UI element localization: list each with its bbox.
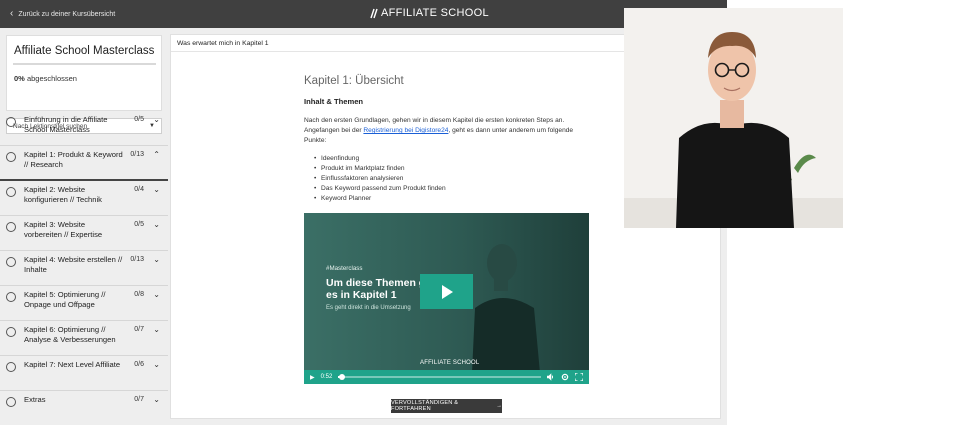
fullscreen-icon[interactable] [575, 373, 583, 381]
lesson-count: 0/4 [134, 186, 144, 193]
lesson-row[interactable]: Extras 0/7 ⌄ [0, 391, 168, 425]
chevron-down-icon[interactable]: ⌄ [153, 395, 160, 404]
instructor-photo-image [624, 8, 843, 228]
chevron-down-icon[interactable]: ⌄ [153, 290, 160, 299]
lesson-title: Kapitel 5: Optimierung // Onpage und Off… [24, 290, 106, 309]
instructor-photo [624, 8, 843, 228]
list-item: Produkt im Marktplatz finden [314, 164, 594, 174]
lesson-row[interactable]: Kapitel 1: Produkt & Keyword // Research… [0, 146, 168, 181]
list-item: Einflussfaktoren analysieren [314, 174, 594, 184]
lesson-title: Kapitel 7: Next Level Affiliate [24, 360, 121, 369]
status-circle-icon [6, 362, 16, 372]
progress-bar [13, 63, 156, 65]
arrow-right-icon: → [496, 403, 502, 409]
progress-suffix: abgeschlossen [26, 74, 77, 83]
logo-text: AFFILIATE SCHOOL [381, 7, 489, 19]
status-circle-icon [6, 222, 16, 232]
chevron-left-icon: ‹ [10, 8, 14, 19]
lesson-count: 0/13 [130, 151, 144, 158]
status-circle-icon [6, 117, 16, 127]
logo: AFFILIATE SCHOOL [370, 7, 489, 19]
lesson-row[interactable]: Kapitel 4: Website erstellen // Inhalte 0… [0, 251, 168, 286]
lesson-title: Kapitel 2: Website konfigurieren // Tech… [24, 185, 102, 204]
logo-mark-icon [370, 8, 378, 18]
lesson-title: Kapitel 1: Produkt & Keyword // Research [24, 150, 123, 169]
lesson-count: 0/8 [134, 291, 144, 298]
video-time: 0:52 [320, 374, 333, 380]
list-item: Keyword Planner [314, 194, 594, 204]
complete-and-continue-button[interactable]: VERVOLLSTÄNDIGEN & FORTFAHREN → [391, 399, 502, 413]
course-app: ‹ Zurück zu deiner Kursübersicht AFFILIA… [0, 0, 727, 425]
chevron-down-icon[interactable]: ⌄ [153, 255, 160, 264]
lesson-title: Kapitel 6: Optimierung // Analyse & Verb… [24, 325, 116, 344]
chevron-down-icon[interactable]: ⌄ [153, 115, 160, 124]
lesson-count: 0/7 [134, 326, 144, 333]
list-item: Das Keyword passend zum Produkt finden [314, 184, 594, 194]
play-small-icon[interactable]: ▶ [310, 374, 315, 381]
video-scrubber-knob[interactable] [339, 374, 346, 380]
video-subtitle: Es geht direkt in die Umsetzung [326, 305, 411, 311]
chevron-down-icon[interactable]: ⌄ [153, 360, 160, 369]
lesson-row[interactable]: Kapitel 7: Next Level Affiliate 0/6 ⌄ [0, 356, 168, 391]
top-bar: ‹ Zurück zu deiner Kursübersicht AFFILIA… [0, 0, 727, 28]
chevron-down-icon[interactable]: ⌄ [153, 220, 160, 229]
lesson-article: Kapitel 1: Übersicht Inhalt & Themen Nac… [304, 75, 594, 204]
play-button[interactable] [420, 274, 473, 309]
video-tag: #Masterclass [326, 265, 363, 272]
settings-gear-icon[interactable] [561, 373, 569, 381]
video-logo: AFFILIATE SCHOOL [420, 360, 480, 366]
lesson-count: 0/13 [130, 256, 144, 263]
status-circle-icon [6, 152, 16, 162]
status-circle-icon [6, 292, 16, 302]
lesson-row[interactable]: Kapitel 2: Website konfigurieren // Tech… [0, 181, 168, 216]
status-circle-icon [6, 397, 16, 407]
complete-button-label: VERVOLLSTÄNDIGEN & FORTFAHREN [391, 400, 459, 412]
status-circle-icon [6, 327, 16, 337]
back-link-label: Zurück zu deiner Kursübersicht [18, 10, 116, 18]
lesson-heading: Kapitel 1: Übersicht [304, 75, 404, 87]
lesson-count: 0/6 [134, 361, 144, 368]
status-circle-icon [6, 257, 16, 267]
chevron-up-icon[interactable]: ⌃ [153, 150, 160, 159]
chevron-down-icon[interactable]: ⌄ [153, 325, 160, 334]
play-icon [441, 284, 453, 299]
chevron-down-icon[interactable]: ⌄ [153, 185, 160, 194]
lesson-title: Kapitel 3: Website vorbereiten // Expert… [24, 220, 103, 239]
video-player[interactable]: #Masterclass Um diese Themen geht es in … [304, 213, 589, 384]
lesson-count: 0/7 [134, 396, 144, 403]
lesson-subheading: Inhalt & Themen [304, 97, 364, 106]
video-scrubber[interactable] [338, 374, 541, 380]
lesson-count: 0/5 [134, 116, 144, 123]
list-item: Ideenfindung [314, 154, 594, 164]
video-controls: ▶ 0:52 [304, 370, 589, 384]
lesson-row[interactable]: Einführung in die Affiliate School Maste… [0, 111, 168, 146]
lesson-paragraph: Nach den ersten Grundlagen, gehen wir in… [304, 116, 594, 146]
lesson-list: Einführung in die Affiliate School Maste… [0, 111, 168, 425]
lesson-row[interactable]: Kapitel 6: Optimierung // Analyse & Verb… [0, 321, 168, 356]
video-presenter-image [472, 244, 540, 373]
course-card: Affiliate School Masterclass 0% abgeschl… [6, 35, 162, 134]
lesson-row[interactable]: Kapitel 3: Website vorbereiten // Expert… [0, 216, 168, 251]
topic-list: Ideenfindung Produkt im Marktplatz finde… [314, 154, 594, 204]
lesson-title: Einführung in die Affiliate School Maste… [24, 115, 108, 134]
course-title: Affiliate School Masterclass [14, 45, 155, 57]
progress-value: 0% [14, 74, 25, 83]
progress-text: 0% abgeschlossen [14, 74, 77, 83]
back-link[interactable]: ‹ Zurück zu deiner Kursübersicht [10, 0, 115, 28]
status-circle-icon [6, 187, 16, 197]
lesson-title: Extras [24, 395, 46, 404]
volume-icon[interactable] [547, 373, 555, 381]
lesson-row[interactable]: Kapitel 5: Optimierung // Onpage und Off… [0, 286, 168, 321]
lesson-count: 0/5 [134, 221, 144, 228]
sidebar: Affiliate School Masterclass 0% abgeschl… [0, 28, 168, 425]
digistore-link[interactable]: Registrierung bei Digistore24 [363, 127, 448, 134]
lesson-title: Kapitel 4: Website erstellen // Inhalte [24, 255, 123, 274]
